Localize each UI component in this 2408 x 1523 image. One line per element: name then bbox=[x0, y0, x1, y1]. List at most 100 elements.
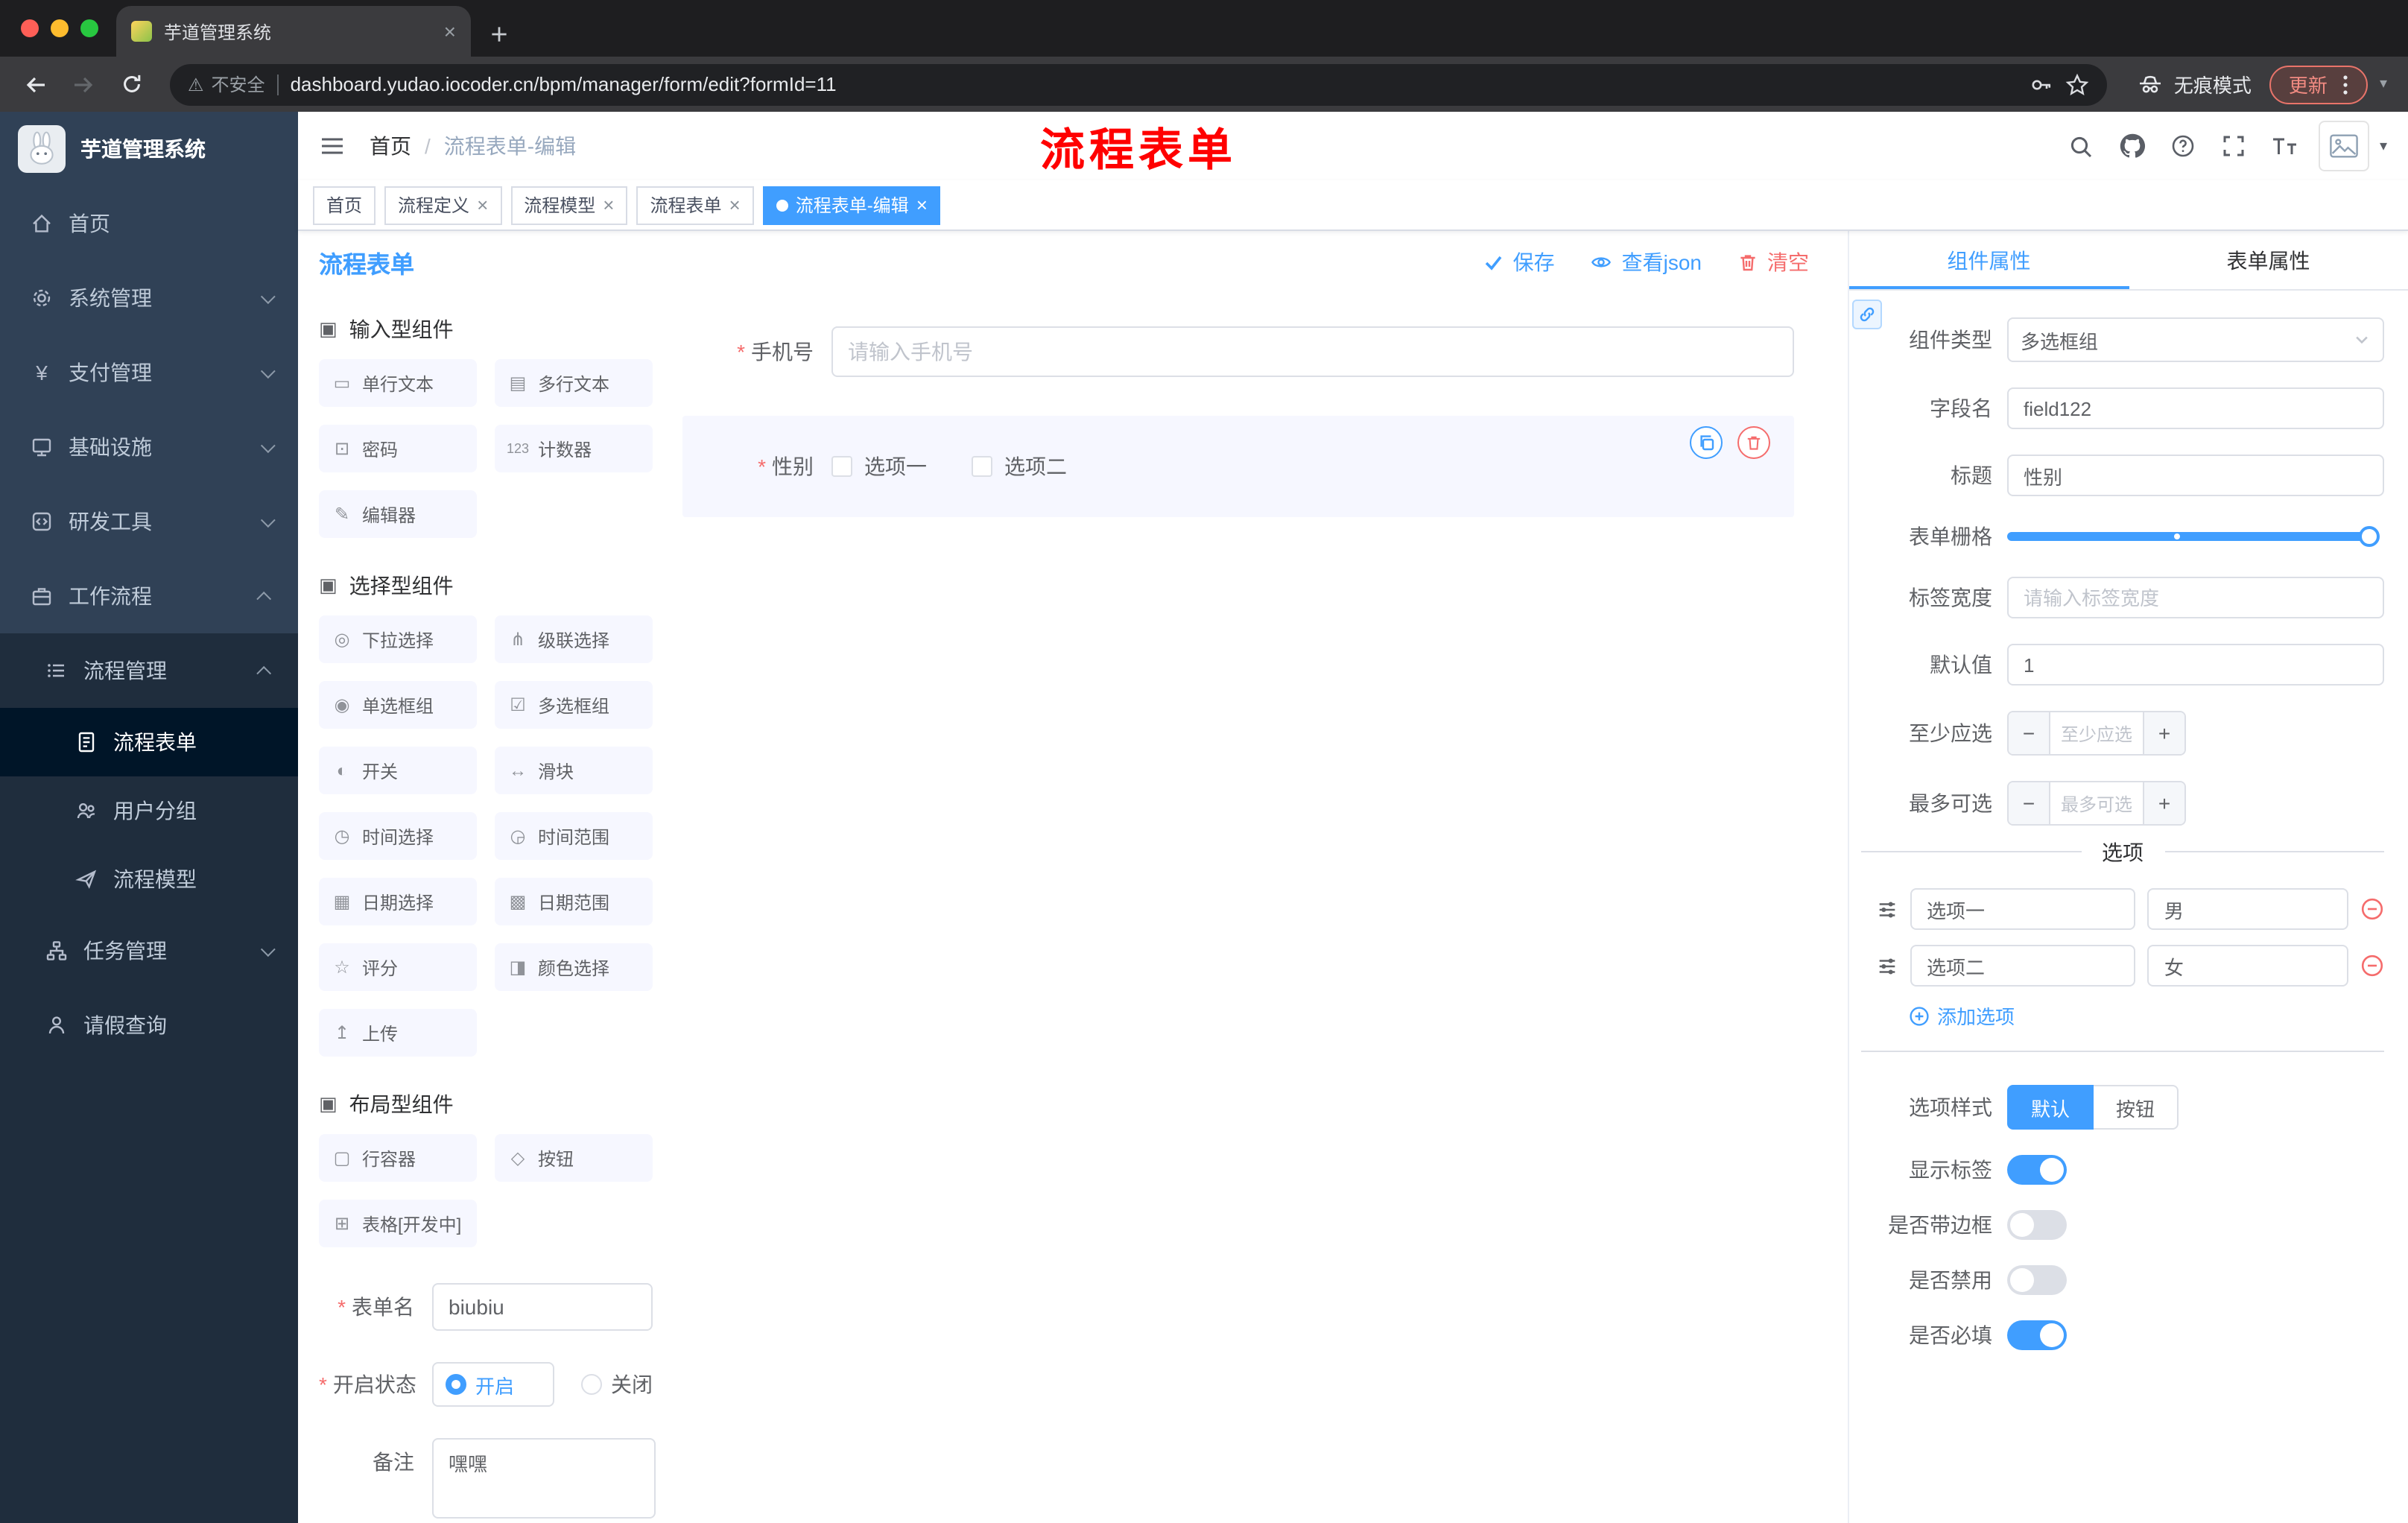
sidebar-item-dev-tools[interactable]: 研发工具 bbox=[0, 484, 298, 559]
default-value-input[interactable] bbox=[2007, 644, 2384, 685]
clear-button[interactable]: 清空 bbox=[1737, 247, 1809, 277]
palette-item-checkbox-group[interactable]: ☑ 多选框组 bbox=[495, 681, 653, 729]
palette-item-date-range[interactable]: ▩ 日期范围 bbox=[495, 878, 653, 925]
new-tab-button[interactable] bbox=[489, 24, 510, 45]
search-button[interactable] bbox=[2058, 112, 2106, 180]
security-status[interactable]: ⚠ 不安全 bbox=[188, 72, 265, 97]
palette-item-editor[interactable]: ✎ 编辑器 bbox=[319, 490, 477, 538]
palette-item-switch[interactable]: ◐ 开关 bbox=[319, 747, 477, 794]
browser-update-menu-button[interactable]: 更新 bbox=[2269, 65, 2368, 104]
avatar-caret-icon[interactable]: ▾ bbox=[2380, 138, 2387, 154]
form-name-input[interactable] bbox=[432, 1283, 653, 1331]
required-toggle[interactable] bbox=[2007, 1320, 2067, 1350]
palette-item-upload[interactable]: ↥ 上传 bbox=[319, 1009, 477, 1057]
sidebar-item-payment[interactable]: ¥ 支付管理 bbox=[0, 335, 298, 410]
breadcrumb-home[interactable]: 首页 bbox=[370, 131, 411, 161]
remove-option-button[interactable] bbox=[2360, 897, 2384, 921]
border-toggle[interactable] bbox=[2007, 1210, 2067, 1240]
increase-button[interactable]: + bbox=[2143, 712, 2184, 754]
option-2-value-input[interactable] bbox=[2147, 945, 2348, 987]
close-icon[interactable]: × bbox=[916, 195, 928, 215]
title-input[interactable] bbox=[2007, 455, 2384, 496]
maximize-window-button[interactable] bbox=[80, 19, 98, 37]
tag-process-model[interactable]: 流程模型 × bbox=[510, 186, 628, 224]
palette-item-rate[interactable]: ☆ 评分 bbox=[319, 943, 477, 991]
palette-item-single-text[interactable]: ▭ 单行文本 bbox=[319, 359, 477, 407]
reload-button[interactable] bbox=[110, 63, 152, 105]
palette-item-multi-text[interactable]: ▤ 多行文本 bbox=[495, 359, 653, 407]
phone-input[interactable] bbox=[831, 326, 1794, 377]
gender-option-1[interactable]: 选项一 bbox=[831, 452, 927, 481]
github-button[interactable] bbox=[2108, 112, 2156, 180]
palette-item-cascader[interactable]: ⋔ 级联选择 bbox=[495, 615, 653, 663]
close-icon[interactable]: × bbox=[603, 195, 614, 215]
palette-item-password[interactable]: ⊡ 密码 bbox=[319, 425, 477, 472]
tab-component-props[interactable]: 组件属性 bbox=[1849, 231, 2129, 289]
gender-option-2[interactable]: 选项二 bbox=[972, 452, 1067, 481]
tab-close-icon[interactable]: × bbox=[444, 21, 456, 42]
selected-gender-widget[interactable]: 性别 选项一 选项二 bbox=[682, 416, 1794, 517]
palette-item-slider[interactable]: ↔ 滑块 bbox=[495, 747, 653, 794]
style-default-button[interactable]: 默认 bbox=[2007, 1085, 2094, 1130]
palette-item-time-range[interactable]: ◶ 时间范围 bbox=[495, 812, 653, 860]
sidebar-item-workflow[interactable]: 工作流程 bbox=[0, 559, 298, 633]
add-option-button[interactable]: 添加选项 bbox=[1909, 1001, 2384, 1030]
field-name-input[interactable] bbox=[2007, 387, 2384, 429]
sidebar-item-system[interactable]: 系统管理 bbox=[0, 261, 298, 335]
sidebar-item-process-form[interactable]: 流程表单 bbox=[0, 708, 298, 776]
tag-process-form-edit[interactable]: 流程表单-编辑 × bbox=[762, 186, 941, 224]
close-icon[interactable]: × bbox=[729, 195, 741, 215]
max-select-value[interactable]: 最多可选 bbox=[2050, 782, 2143, 824]
palette-item-color-picker[interactable]: ◨ 颜色选择 bbox=[495, 943, 653, 991]
palette-item-radio-group[interactable]: ◉ 单选框组 bbox=[319, 681, 477, 729]
tab-form-props[interactable]: 表单属性 bbox=[2129, 231, 2408, 289]
option-1-name-input[interactable] bbox=[1910, 888, 2136, 930]
view-json-button[interactable]: 查看json bbox=[1591, 247, 1702, 277]
font-size-button[interactable] bbox=[2260, 112, 2308, 180]
user-avatar[interactable] bbox=[2318, 121, 2369, 171]
decrease-button[interactable]: − bbox=[2009, 782, 2050, 824]
sidebar-item-process-management[interactable]: 流程管理 bbox=[0, 633, 298, 708]
grid-slider[interactable] bbox=[2007, 526, 2380, 547]
show-label-toggle[interactable] bbox=[2007, 1155, 2067, 1185]
minimize-window-button[interactable] bbox=[51, 19, 69, 37]
sidebar-item-leave-query[interactable]: 请假查询 bbox=[0, 988, 298, 1063]
help-button[interactable] bbox=[2159, 112, 2207, 180]
decrease-button[interactable]: − bbox=[2009, 712, 2050, 754]
forward-button[interactable] bbox=[63, 63, 104, 105]
close-window-button[interactable] bbox=[21, 19, 39, 37]
delete-widget-button[interactable] bbox=[1737, 426, 1770, 459]
url-text[interactable]: dashboard.yudao.iocoder.cn/bpm/manager/f… bbox=[291, 73, 2018, 95]
status-on-radio[interactable]: 开启 bbox=[432, 1362, 554, 1407]
component-type-select[interactable]: 多选框组 bbox=[2007, 317, 2384, 362]
slider-thumb[interactable] bbox=[2359, 526, 2380, 547]
palette-item-counter[interactable]: 123 计数器 bbox=[495, 425, 653, 472]
sidebar-item-home[interactable]: 首页 bbox=[0, 186, 298, 261]
sidebar-item-infrastructure[interactable]: 基础设施 bbox=[0, 410, 298, 484]
form-remark-textarea[interactable]: 嘿嘿 bbox=[432, 1438, 656, 1519]
tag-process-form[interactable]: 流程表单 × bbox=[636, 186, 754, 224]
password-key-icon[interactable] bbox=[2030, 72, 2053, 96]
palette-item-select[interactable]: ◎ 下拉选择 bbox=[319, 615, 477, 663]
tag-home[interactable]: 首页 bbox=[313, 186, 376, 224]
palette-item-time-picker[interactable]: ◷ 时间选择 bbox=[319, 812, 477, 860]
sidebar-item-user-group[interactable]: 用户分组 bbox=[0, 776, 298, 845]
palette-item-date-picker[interactable]: ▦ 日期选择 bbox=[319, 878, 477, 925]
toolbar-caret-icon[interactable]: ▾ bbox=[2380, 76, 2387, 92]
palette-item-button[interactable]: ◇ 按钮 bbox=[495, 1134, 653, 1182]
drag-handle-icon[interactable] bbox=[1876, 954, 1898, 977]
tag-process-definition[interactable]: 流程定义 × bbox=[384, 186, 502, 224]
copy-widget-button[interactable] bbox=[1690, 426, 1723, 459]
option-2-name-input[interactable] bbox=[1910, 945, 2136, 987]
sidebar-item-task-management[interactable]: 任务管理 bbox=[0, 914, 298, 988]
drag-handle-icon[interactable] bbox=[1876, 898, 1898, 920]
min-select-value[interactable]: 至少应选 bbox=[2050, 712, 2143, 754]
sidebar-item-process-model[interactable]: 流程模型 bbox=[0, 845, 298, 914]
back-button[interactable] bbox=[15, 63, 57, 105]
bookmark-star-icon[interactable] bbox=[2065, 72, 2089, 96]
label-width-input[interactable] bbox=[2007, 577, 2384, 618]
anchor-link-button[interactable] bbox=[1852, 300, 1882, 329]
close-icon[interactable]: × bbox=[477, 195, 488, 215]
disabled-toggle[interactable] bbox=[2007, 1265, 2067, 1295]
save-button[interactable]: 保存 bbox=[1483, 247, 1555, 277]
